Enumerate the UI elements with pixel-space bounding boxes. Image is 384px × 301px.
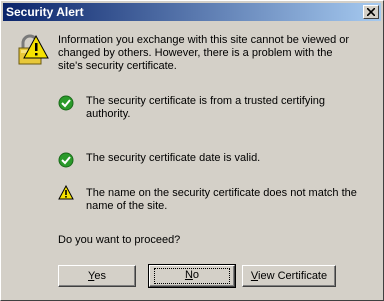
view-certificate-button[interactable]: View Certificate xyxy=(242,265,336,287)
status-text-trusted-authority: The security certificate is from a trust… xyxy=(86,95,326,120)
yes-button[interactable]: Yes xyxy=(58,265,136,287)
view-certificate-mnemonic: V xyxy=(250,269,259,282)
no-button[interactable]: No xyxy=(148,264,236,288)
check-circle-icon xyxy=(58,152,74,168)
no-button-focus: No xyxy=(154,268,230,284)
no-button-label: o xyxy=(192,269,200,281)
intro-text: Information you exchange with this site … xyxy=(58,34,350,72)
close-icon xyxy=(367,8,375,16)
lock-warning-icon xyxy=(18,34,49,65)
proceed-question: Do you want to proceed? xyxy=(58,234,181,246)
security-alert-dialog: Security Alert Information you exchange … xyxy=(0,0,384,301)
yes-button-label: es xyxy=(94,269,106,282)
title-bar: Security Alert xyxy=(3,3,381,21)
view-certificate-label: iew Certificate xyxy=(258,269,328,282)
no-button-mnemonic: N xyxy=(184,269,193,281)
status-text-name-mismatch: The name on the security certificate doe… xyxy=(86,187,357,212)
dialog-title: Security Alert xyxy=(6,5,84,19)
warning-triangle-icon xyxy=(58,185,74,200)
check-circle-icon xyxy=(58,95,74,111)
close-button[interactable] xyxy=(363,5,379,19)
status-text-date-valid: The security certificate date is valid. xyxy=(86,152,261,164)
